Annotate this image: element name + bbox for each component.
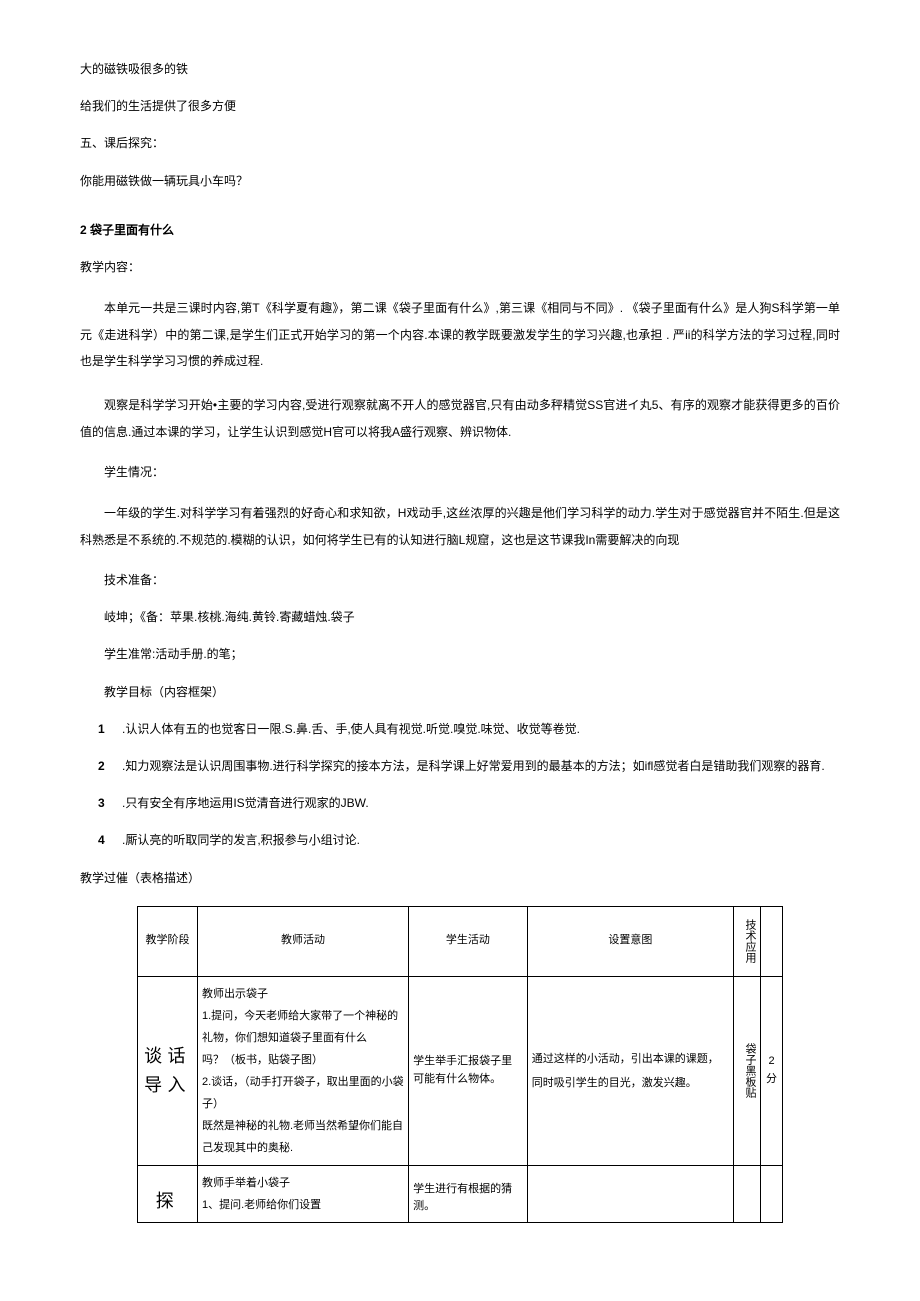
- content-paragraph-1: 本单元一共是三课时内容,第T《科学夏有趣》，第二课《袋子里面有什么》,第三课《相…: [80, 295, 840, 374]
- time-cell-2: [761, 1165, 783, 1222]
- table-row: 谈话导入 教师出示袋子 1.提问，今天老师给大家带了一个神秘的礼物，你们想知道袋…: [138, 976, 783, 1165]
- phase-cell-1: 谈话导入: [138, 976, 198, 1165]
- content-paragraph-2: 观察是科学学习开始•主要的学习内容,受进行观察就离不开人的感觉器官,只有由动多秤…: [80, 392, 840, 445]
- goal-text-2: .知力观察法是认识周围事物.进行科学探究的接本方法，是科学课上好常爱用到的最基本…: [122, 759, 825, 773]
- header-tech: 技术应用: [734, 906, 761, 976]
- tech-cell-2: [734, 1165, 761, 1222]
- tech-label: 技术准备：: [80, 571, 840, 590]
- goal-label: 教学目标（内容框架）: [80, 683, 840, 702]
- table-row: 探 教师手举着小袋子 1、提问.老师给你们设置 学生进行有根据的猜测。: [138, 1165, 783, 1222]
- teacher-cell-2: 教师手举着小袋子 1、提问.老师给你们设置: [198, 1165, 409, 1222]
- time-cell-1: 2分: [761, 976, 783, 1165]
- student-paragraph: 一年级的学生.对科学学习有着强烈的好奇心和求知欲，H戏动手,这丝浓厚的兴趣是他们…: [80, 500, 840, 553]
- intro-line-2: 给我们的生活提供了很多方便: [80, 97, 840, 116]
- student-cell-2: 学生进行有根据的猜测。: [409, 1165, 528, 1222]
- header-empty: [761, 906, 783, 976]
- goal-item-3: 3.只有安全有序地运用IS觉清音进行观家的JBW.: [80, 794, 840, 813]
- section-5-heading: 五、课后探究：: [80, 134, 840, 153]
- tech-p2: 学生准常:活动手册.的笔；: [80, 645, 840, 664]
- tech-p1: 岐坤；《备：苹果.核桃.海纯.黄铃.寄藏蜡烛.袋子: [80, 608, 840, 627]
- goal-text-3: .只有安全有序地运用IS觉清音进行观家的JBW.: [122, 796, 369, 810]
- goal-text-4: .厮认亮的听取同学的发言,积报参与小组讨论.: [122, 833, 360, 847]
- process-table: 教学阶段 教师活动 学生活动 设置意图 技术应用 谈话导入 教师出示袋子 1.提…: [137, 906, 783, 1223]
- after-class-question: 你能用磁铁做一辆玩具小车吗？: [80, 172, 840, 191]
- phase-cell-2: 探: [138, 1165, 198, 1222]
- lesson-title: 2 袋子里面有什么: [80, 221, 840, 240]
- header-teacher: 教师活动: [198, 906, 409, 976]
- intro-line-1: 大的磁铁吸很多的铁: [80, 60, 840, 79]
- header-student: 学生活动: [409, 906, 528, 976]
- process-label: 教学过催（表格描述）: [80, 869, 840, 888]
- student-label: 学生情况：: [80, 463, 840, 482]
- header-intent: 设置意图: [527, 906, 733, 976]
- tech-cell-1: 袋子黑板贴: [734, 976, 761, 1165]
- header-phase: 教学阶段: [138, 906, 198, 976]
- goal-item-4: 4.厮认亮的听取同学的发言,积报参与小组讨论.: [80, 831, 840, 850]
- teacher-cell-1: 教师出示袋子 1.提问，今天老师给大家带了一个神秘的礼物，你们想知道袋子里面有什…: [198, 976, 409, 1165]
- table-header-row: 教学阶段 教师活动 学生活动 设置意图 技术应用: [138, 906, 783, 976]
- goal-item-1: 1.认识人体有五的也觉客日一限.S.鼻.舌、手,使人具有视觉.听觉.嗅觉.味觉、…: [80, 720, 840, 739]
- content-label: 教学内容：: [80, 258, 840, 277]
- student-cell-1: 学生举手汇报袋子里可能有什么物体。: [409, 976, 528, 1165]
- intent-cell-1: 通过这样的小活动，引出本课的课题，同时吸引学生的目光，激发兴趣。: [527, 976, 733, 1165]
- intent-cell-2: [527, 1165, 733, 1222]
- goal-text-1: .认识人体有五的也觉客日一限.S.鼻.舌、手,使人具有视觉.听觉.嗅觉.味觉、收…: [122, 722, 580, 736]
- goal-item-2: 2.知力观察法是认识周围事物.进行科学探究的接本方法，是科学课上好常爱用到的最基…: [80, 757, 840, 776]
